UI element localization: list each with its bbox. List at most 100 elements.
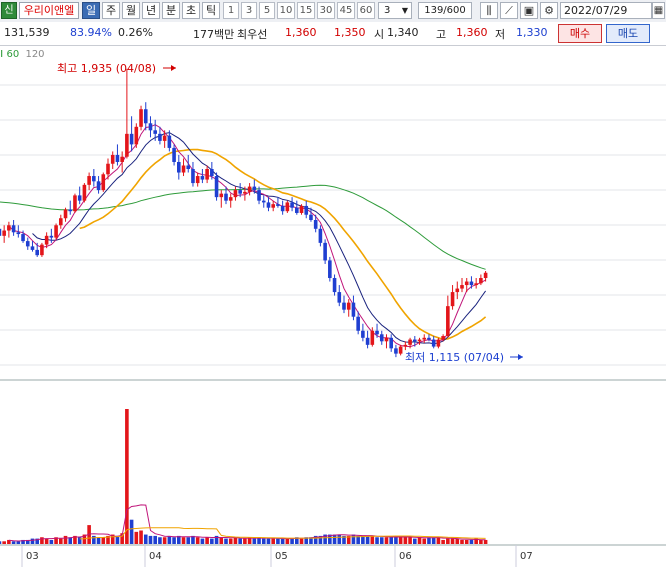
volume-bar	[139, 530, 143, 544]
candle-body	[408, 339, 412, 345]
volume-bar	[351, 534, 356, 544]
candle-body	[370, 330, 375, 345]
volume-bar	[290, 538, 294, 544]
volume-bar	[469, 539, 474, 544]
candle-body	[337, 292, 342, 303]
volume-bar	[233, 537, 238, 544]
volume-bar	[167, 535, 172, 544]
candle-body	[318, 228, 323, 243]
volume-bar	[403, 537, 408, 544]
candle-body	[403, 344, 408, 347]
candle-body	[195, 176, 200, 184]
low-arrow-head	[518, 354, 523, 360]
candle-body	[110, 154, 115, 164]
candle-body	[77, 195, 82, 201]
candle-body	[0, 228, 2, 236]
candle-body	[247, 186, 252, 192]
candle-body	[304, 205, 309, 215]
candle-body	[361, 330, 365, 338]
candle-body	[148, 123, 153, 131]
volume-bar	[332, 534, 337, 544]
volume-bar	[276, 538, 280, 544]
volume-bar	[63, 535, 68, 544]
candle-body	[59, 218, 63, 226]
volume-bar	[129, 519, 134, 544]
volume-bar	[460, 539, 464, 544]
volume-bar	[16, 541, 21, 544]
candle-body	[469, 281, 474, 286]
candle-body	[243, 191, 247, 194]
candle-body	[92, 176, 96, 182]
volume-bar	[172, 537, 176, 544]
ma-10-line	[32, 132, 487, 345]
candle-body	[115, 154, 120, 162]
candle-body	[82, 184, 87, 201]
candle-body	[210, 169, 214, 177]
candle-body	[153, 130, 157, 134]
candle-body	[266, 202, 271, 208]
volume-bar	[96, 537, 101, 544]
candle-body	[389, 337, 393, 349]
candle-body	[342, 302, 346, 310]
volume-bar	[422, 538, 427, 544]
candle-body	[2, 230, 6, 236]
volume-bars	[0, 409, 488, 544]
candle-body	[431, 339, 436, 347]
volume-bar	[195, 537, 200, 544]
candle-body	[224, 193, 228, 201]
volume-bar	[398, 537, 403, 544]
candle-body	[295, 207, 299, 213]
candle-body	[44, 235, 49, 245]
candle-body	[313, 220, 318, 229]
volume-bar	[408, 537, 412, 544]
volume-bar	[483, 539, 488, 544]
volume-bar	[375, 537, 379, 544]
volume-bar	[455, 538, 460, 544]
volume-bar	[228, 538, 233, 544]
ma-60-line	[0, 184, 486, 270]
volume-bar	[77, 537, 82, 544]
candle-body	[464, 281, 469, 286]
candle-body	[96, 181, 101, 191]
volume-bar	[49, 539, 54, 544]
volume-bar	[479, 539, 483, 544]
x-tick-label: 07	[520, 551, 533, 562]
volume-bar	[59, 538, 63, 544]
volume-bar	[143, 534, 148, 544]
candle-body	[375, 330, 379, 335]
volume-bar	[210, 538, 214, 544]
volume-bar	[2, 541, 6, 544]
volume-bar	[436, 537, 441, 544]
candle-body	[228, 197, 233, 201]
candle-body	[309, 214, 313, 220]
low-annotation: 최저 1,115 (07/04)	[405, 351, 504, 364]
candle-body	[299, 205, 304, 213]
candle-body	[120, 156, 124, 162]
candle-body	[129, 133, 134, 145]
candle-body	[54, 225, 58, 238]
x-tick-label: 03	[26, 551, 39, 562]
high-annotation: 최고 1,935 (04/08)	[57, 62, 156, 75]
volume-ma-5-line	[8, 504, 486, 542]
volume-bar	[370, 535, 375, 544]
volume-bar	[413, 538, 417, 544]
candle-body	[446, 306, 450, 337]
volume-bar	[0, 541, 2, 544]
candle-body	[191, 169, 195, 184]
volume-bar	[162, 537, 167, 544]
candle-body	[172, 147, 176, 162]
volume-bar	[389, 537, 393, 544]
candle-body	[25, 241, 30, 247]
volume-bar	[11, 541, 16, 544]
candle-body	[332, 278, 337, 293]
candle-body	[413, 339, 417, 342]
volume-bar	[365, 535, 370, 544]
candle-body	[101, 174, 106, 191]
candle-body	[460, 285, 464, 289]
candlesticks	[0, 68, 488, 358]
volume-bar	[158, 537, 162, 544]
candle-body	[205, 169, 209, 180]
candle-body	[379, 334, 384, 342]
price-chart[interactable]: 최고 1,935 (04/08)최저 1,115 (07/04) 03 04 05 0…	[0, 0, 666, 567]
volume-ma-lines	[8, 504, 486, 542]
